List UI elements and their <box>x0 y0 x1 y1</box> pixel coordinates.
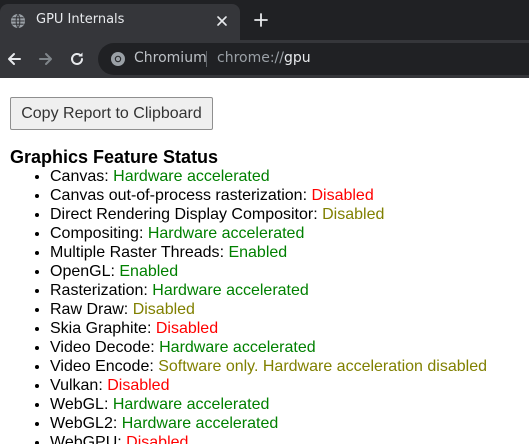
feature-status: Disabled <box>155 320 219 337</box>
feature-name: WebGPU <box>50 434 118 444</box>
feature-status: Hardware accelerated <box>113 168 270 185</box>
feature-name: WebGL2 <box>50 415 113 432</box>
feature-name: Direct Rendering Display Compositor <box>50 206 314 223</box>
feature-item: Compositing: Hardware accelerated <box>50 224 487 243</box>
tab-title: GPU Internals <box>36 12 125 27</box>
globe-icon <box>11 13 25 29</box>
tab-gpu-internals[interactable]: GPU Internals <box>0 4 240 40</box>
feature-item: Video Decode: Hardware accelerated <box>50 338 487 357</box>
address-divider <box>206 51 207 67</box>
feature-status: Software only. Hardware acceleration dis… <box>158 358 487 375</box>
tab-strip: GPU Internals <box>0 0 529 40</box>
feature-status: Hardware accelerated <box>112 396 270 413</box>
feature-item: WebGL: Hardware accelerated <box>50 395 487 414</box>
feature-item: Raw Draw: Disabled <box>50 300 487 319</box>
feature-item: WebGPU: Disabled <box>50 433 487 444</box>
feature-status: Disabled <box>132 301 195 318</box>
feature-name: Video Encode <box>50 358 150 375</box>
arrow-left-icon[interactable] <box>5 50 23 68</box>
copy-report-button[interactable]: Copy Report to Clipboard <box>10 97 213 130</box>
feature-name: Skia Graphite <box>50 320 147 337</box>
feature-name: Canvas <box>50 168 105 185</box>
feature-status: Hardware accelerated <box>152 282 309 299</box>
feature-status: Disabled <box>311 187 374 204</box>
feature-name: Compositing <box>50 225 139 242</box>
feature-item: Rasterization: Hardware accelerated <box>50 281 487 300</box>
chromium-icon[interactable] <box>110 51 126 67</box>
address-bar[interactable]: Chromium chrome://gpu <box>98 43 529 75</box>
feature-status: Hardware accelerated <box>159 339 316 356</box>
feature-item: Multiple Raster Threads: Enabled <box>50 243 487 262</box>
feature-name: Vulkan <box>50 377 99 394</box>
feature-item: Canvas out-of-process rasterization: Dis… <box>50 186 487 205</box>
feature-name: Video Decode <box>50 339 151 356</box>
feature-name: Multiple Raster Threads <box>50 244 220 261</box>
feature-name: Rasterization <box>50 282 144 299</box>
feature-status: Disabled <box>126 434 189 444</box>
feature-status: Disabled <box>322 206 385 223</box>
feature-status: Hardware accelerated <box>147 225 305 242</box>
feature-status: Enabled <box>119 263 179 280</box>
feature-name: OpenGL <box>50 263 111 280</box>
feature-status: Hardware accelerated <box>121 415 279 432</box>
feature-item: Vulkan: Disabled <box>50 376 487 395</box>
feature-name: Raw Draw <box>50 301 124 318</box>
url-host: gpu <box>284 50 311 66</box>
reload-icon[interactable] <box>68 50 86 68</box>
feature-status: Disabled <box>107 377 170 394</box>
arrow-right-icon[interactable] <box>37 50 55 68</box>
plus-icon[interactable] <box>253 12 269 28</box>
feature-item: Canvas: Hardware accelerated <box>50 167 487 186</box>
url-scheme: chrome:// <box>217 50 284 66</box>
feature-name: Canvas out-of-process rasterization <box>50 187 303 204</box>
feature-item: OpenGL: Enabled <box>50 262 487 281</box>
feature-status-list: Canvas: Hardware acceleratedCanvas out-o… <box>50 167 487 444</box>
feature-item: Direct Rendering Display Compositor: Dis… <box>50 205 487 224</box>
feature-name: WebGL <box>50 396 104 413</box>
feature-item: WebGL2: Hardware accelerated <box>50 414 487 433</box>
site-label: Chromium <box>134 50 207 66</box>
feature-item: Video Encode: Software only. Hardware ac… <box>50 357 487 376</box>
section-title: Graphics Feature Status <box>10 147 219 167</box>
feature-item: Skia Graphite: Disabled <box>50 319 487 338</box>
url-text[interactable]: chrome://gpu <box>217 50 311 66</box>
feature-status: Enabled <box>228 244 288 261</box>
close-icon[interactable] <box>215 14 229 28</box>
browser-toolbar: Chromium chrome://gpu <box>0 40 529 78</box>
page-content: Copy Report to Clipboard Graphics Featur… <box>0 78 529 444</box>
